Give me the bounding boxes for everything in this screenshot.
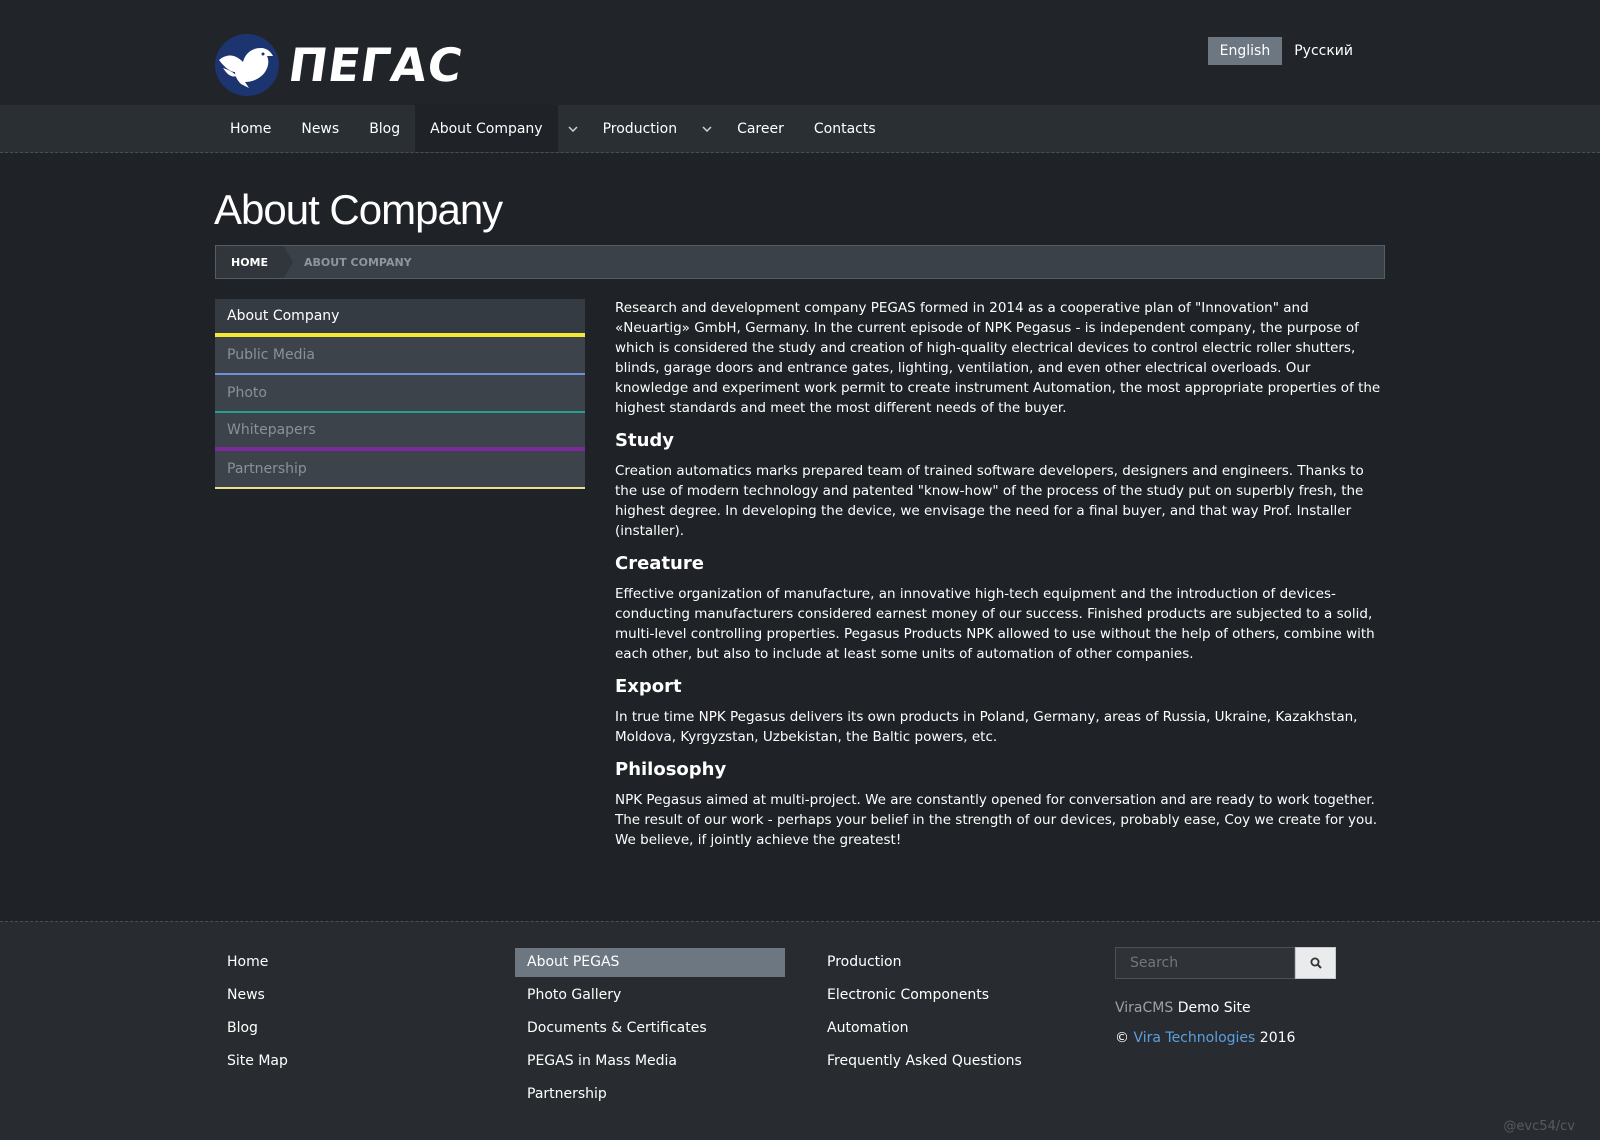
chevron-down-icon[interactable] — [692, 105, 722, 152]
footer-link-partnership[interactable]: Partnership — [515, 1080, 785, 1109]
main-content: Research and development company PEGAS f… — [615, 298, 1385, 850]
language-switcher: English Русский — [1207, 37, 1365, 65]
main-nav: Home News Blog About Company Production … — [0, 105, 1600, 153]
site-header: ПЕГАС English Русский — [0, 0, 1600, 105]
footer-link-automation[interactable]: Automation — [815, 1014, 1085, 1043]
watermark: @evc54/cv — [1503, 1119, 1575, 1134]
footer-link-about-pegas[interactable]: About PEGAS — [515, 948, 785, 977]
chevron-down-icon[interactable] — [558, 105, 588, 152]
intro-paragraph: Research and development company PEGAS f… — [615, 300, 1381, 416]
copyright-year: 2016 — [1259, 1030, 1296, 1046]
site-logo[interactable]: ПЕГАС — [215, 34, 467, 96]
sidebar-menu: About Company Public Media Photo Whitepa… — [215, 299, 585, 489]
breadcrumb-home[interactable]: HOME — [216, 246, 294, 278]
nav-blog[interactable]: Blog — [354, 105, 415, 152]
footer-link-blog[interactable]: Blog — [215, 1014, 485, 1043]
section-text: Effective organization of manufacture, a… — [615, 586, 1375, 662]
page-title: About Company — [214, 186, 503, 233]
search-icon — [1310, 957, 1322, 969]
nav-news[interactable]: News — [286, 105, 354, 152]
breadcrumb-current: ABOUT COMPANY — [304, 255, 412, 269]
pegasus-logo-icon — [215, 34, 279, 96]
sidebar-item-about-company[interactable]: About Company — [215, 299, 585, 337]
logo-text: ПЕГАС — [285, 38, 467, 92]
section-heading: Philosophy — [615, 759, 727, 780]
nav-career[interactable]: Career — [722, 105, 799, 152]
footer-link-documents[interactable]: Documents & Certificates — [515, 1014, 785, 1043]
footer-col-3: Production Electronic Components Automat… — [815, 948, 1085, 1080]
section-heading: Study — [615, 430, 675, 451]
sidebar-item-partnership[interactable]: Partnership — [215, 451, 585, 489]
search-button[interactable] — [1295, 947, 1336, 979]
section-heading: Export — [615, 676, 682, 697]
footer-link-faq[interactable]: Frequently Asked Questions — [815, 1047, 1085, 1076]
nav-home[interactable]: Home — [215, 105, 286, 152]
lang-english[interactable]: English — [1207, 37, 1283, 65]
section-text: NPK Pegasus aimed at multi-project. We a… — [615, 792, 1378, 848]
search-input[interactable] — [1115, 947, 1295, 979]
cms-line: ViraCMS Demo Site — [1115, 1000, 1251, 1016]
sidebar-item-photo[interactable]: Photo — [215, 375, 585, 413]
footer-search — [1115, 947, 1336, 979]
copyright-line: © Vira Technologies 2016 — [1115, 1030, 1295, 1046]
section-text: In true time NPK Pegasus delivers its ow… — [615, 709, 1358, 745]
footer-link-home[interactable]: Home — [215, 948, 485, 977]
footer-link-production[interactable]: Production — [815, 948, 1085, 977]
footer-link-photo-gallery[interactable]: Photo Gallery — [515, 981, 785, 1010]
sidebar-item-whitepapers[interactable]: Whitepapers — [215, 413, 585, 451]
nav-contacts[interactable]: Contacts — [799, 105, 891, 152]
nav-production[interactable]: Production — [588, 105, 692, 152]
footer-col-1: Home News Blog Site Map — [215, 948, 485, 1080]
sidebar-item-public-media[interactable]: Public Media — [215, 337, 585, 375]
copyright-symbol: © — [1115, 1030, 1129, 1046]
nav-about-company[interactable]: About Company — [415, 105, 558, 152]
footer-link-site-map[interactable]: Site Map — [215, 1047, 485, 1076]
cms-name: ViraCMS — [1115, 1000, 1174, 1016]
section-text: Creation automatics marks prepared team … — [615, 463, 1364, 539]
company-link[interactable]: Vira Technologies — [1133, 1030, 1255, 1046]
section-heading: Creature — [615, 553, 704, 574]
footer-col-2: About PEGAS Photo Gallery Documents & Ce… — [515, 948, 785, 1113]
breadcrumb: HOME ABOUT COMPANY — [215, 245, 1385, 279]
demo-label: Demo Site — [1177, 1000, 1251, 1016]
lang-russian[interactable]: Русский — [1282, 37, 1365, 65]
site-footer: Home News Blog Site Map About PEGAS Phot… — [0, 921, 1600, 1140]
footer-link-mass-media[interactable]: PEGAS in Mass Media — [515, 1047, 785, 1076]
footer-link-electronic-components[interactable]: Electronic Components — [815, 981, 1085, 1010]
footer-link-news[interactable]: News — [215, 981, 485, 1010]
